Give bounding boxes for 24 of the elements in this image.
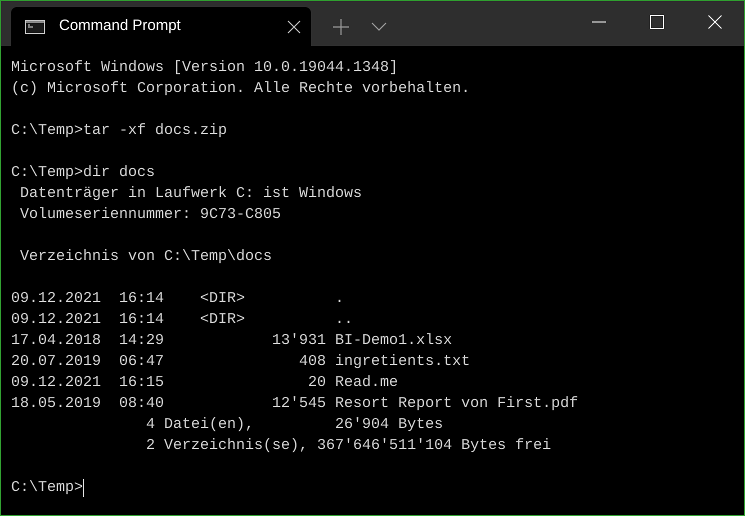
minimize-icon[interactable] — [592, 20, 606, 22]
terminal-line: 4 Datei(en), 26'904 Bytes — [145, 415, 444, 435]
terminal-line: (c) Microsoft Corporation. Alle Rechte vorbehalten. — [11, 79, 470, 99]
tab-title: Command Prompt — [59, 16, 181, 36]
terminal-line: Verzeichnis von C:\Temp\docs — [19, 247, 272, 267]
terminal-line: Datenträger in Laufwerk C: ist Windows — [19, 184, 362, 204]
maximize-icon[interactable] — [650, 14, 664, 28]
terminal-line: 20.07.2019 06:47 408 ingretients.txt — [11, 352, 470, 372]
close-icon[interactable] — [287, 20, 301, 34]
terminal-line: 2 Verzeichnis(se), 367'646'511'104 Bytes frei — [145, 436, 552, 456]
terminal-line: C:\Temp>tar -xf docs.zip — [11, 121, 228, 141]
terminal-line: C:\Temp>dir docs — [11, 163, 156, 183]
terminal-line: 17.04.2018 14:29 13'931 BI-Demo1.xlsx — [11, 331, 452, 351]
terminal-line: 09.12.2021 16:14 <DIR> .. — [11, 310, 354, 330]
chevron-down-icon[interactable] — [371, 22, 387, 32]
terminal-line: Volumeseriennummer: 9C73-C805 — [19, 205, 282, 225]
terminal-line: 09.12.2021 16:14 <DIR> . — [11, 289, 344, 309]
terminal-icon — [25, 20, 45, 34]
terminal-tab[interactable]: Command Prompt — [11, 7, 311, 46]
terminal-line: 09.12.2021 16:15 20 Read.me — [11, 373, 398, 393]
command-prompt: C:\Temp> — [11, 478, 84, 498]
plus-icon[interactable] — [333, 18, 349, 34]
terminal-line: 18.05.2019 08:40 12'545 Resort Report von First.pdf — [11, 394, 578, 414]
terminal-line: Microsoft Windows [Version 10.0.19044.1348] — [11, 58, 398, 78]
